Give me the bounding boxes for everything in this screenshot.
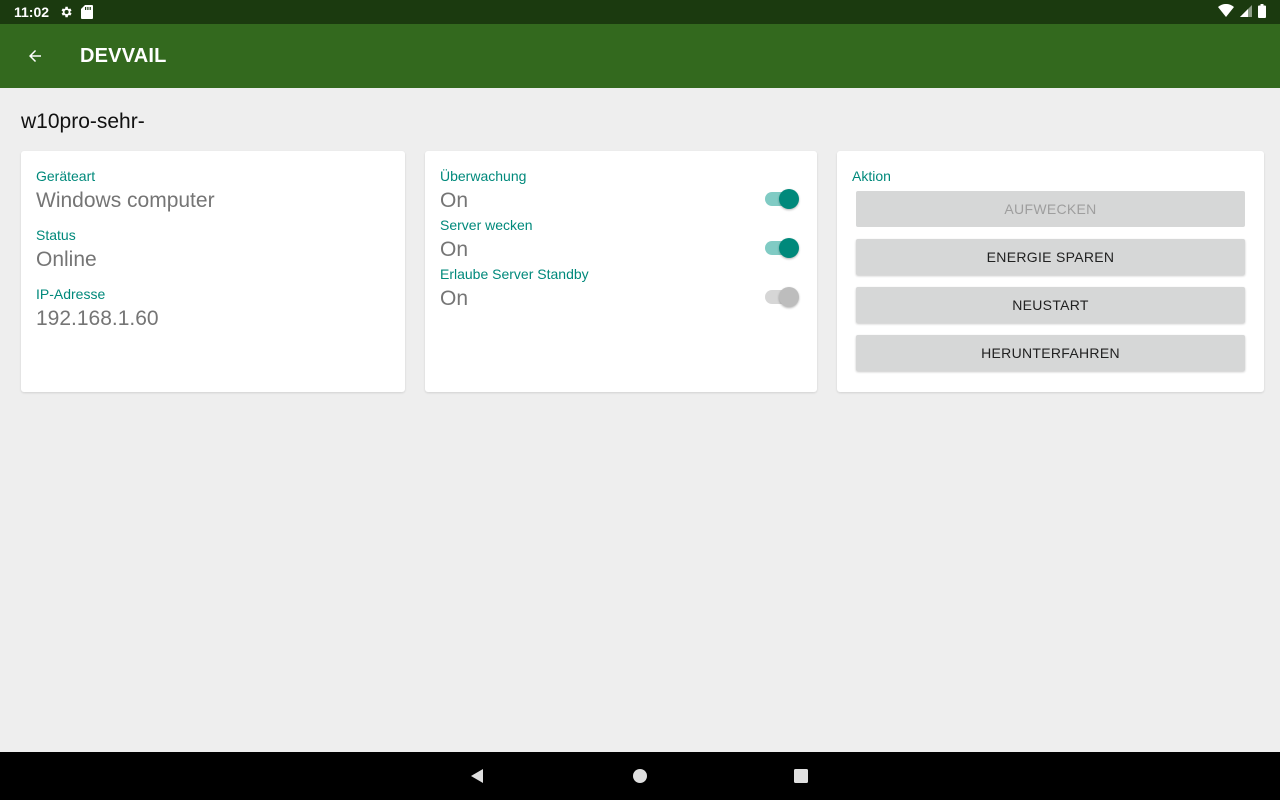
wake-server-label: Server wecken	[440, 217, 533, 233]
settings-icon	[59, 5, 73, 19]
status-value: Online	[36, 248, 97, 271]
sd-card-icon	[81, 5, 94, 19]
ip-address-label: IP-Adresse	[36, 286, 106, 302]
switch-thumb	[779, 189, 799, 209]
app-title: DEVVAIL	[80, 44, 167, 67]
action-card: Aktion AUFWECKEN ENERGIE SPAREN NEUSTART…	[837, 151, 1264, 392]
switch-thumb	[779, 287, 799, 307]
status-label: Status	[36, 227, 76, 243]
nav-home-icon[interactable]	[628, 764, 652, 788]
device-info-card: Geräteart Windows computer Status Online…	[21, 151, 405, 392]
battery-icon	[1258, 3, 1266, 21]
nav-recents-icon[interactable]	[789, 764, 813, 788]
wifi-icon	[1218, 3, 1234, 20]
restart-button[interactable]: NEUSTART	[856, 287, 1245, 323]
app-bar: DEVVAIL	[0, 24, 1280, 88]
shutdown-button[interactable]: HERUNTERFAHREN	[856, 335, 1245, 371]
monitoring-label: Überwachung	[440, 168, 527, 184]
monitoring-switch[interactable]	[763, 189, 799, 209]
action-label: Aktion	[852, 168, 891, 184]
wake-button[interactable]: AUFWECKEN	[856, 191, 1245, 227]
device-type-value: Windows computer	[36, 189, 215, 212]
energy-save-button[interactable]: ENERGIE SPAREN	[856, 239, 1245, 275]
monitoring-value: On	[440, 189, 469, 212]
status-bar: 11:02	[0, 0, 1280, 24]
wake-server-switch[interactable]	[763, 238, 799, 258]
device-name: w10pro-sehr-	[21, 110, 145, 133]
monitoring-card: Überwachung On Server wecken On Erlaube …	[425, 151, 817, 392]
arrow-back-icon[interactable]	[23, 44, 47, 68]
wake-server-value: On	[440, 238, 469, 261]
ip-address-value: 192.168.1.60	[36, 307, 159, 330]
signal-icon	[1240, 4, 1252, 20]
nav-back-icon[interactable]	[465, 764, 489, 788]
allow-standby-label: Erlaube Server Standby	[440, 266, 589, 282]
allow-standby-switch[interactable]	[763, 287, 799, 307]
status-time: 11:02	[14, 4, 50, 20]
allow-standby-value: On	[440, 287, 469, 310]
device-type-label: Geräteart	[36, 168, 96, 184]
navigation-bar	[0, 752, 1280, 800]
switch-thumb	[779, 238, 799, 258]
